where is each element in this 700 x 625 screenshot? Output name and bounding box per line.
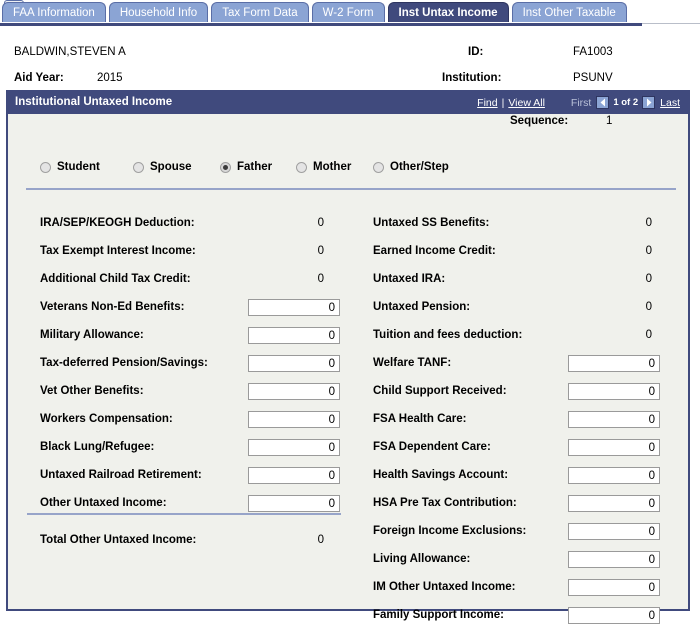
- radio-label: Spouse: [150, 161, 192, 173]
- next-arrow-icon[interactable]: [642, 96, 656, 109]
- find-link[interactable]: Find: [477, 97, 497, 109]
- living-allowance-label: Living Allowance:: [373, 553, 471, 565]
- field-row-living-allowance: Living Allowance:: [8, 551, 688, 569]
- total-divider: [27, 513, 341, 515]
- field-row-welfare-tanf: Welfare TANF:: [8, 355, 688, 373]
- field-row-fsa-health-care: FSA Health Care:: [8, 411, 688, 429]
- tab-strip: FAA Information Household Info Tax Form Da…: [0, 0, 700, 26]
- panel-header-bar: Institutional Untaxed Income Find | View…: [8, 92, 688, 114]
- untaxed-ss-benefits-label: Untaxed SS Benefits:: [373, 217, 490, 229]
- tab-tax-form-data[interactable]: Tax Form Data: [211, 2, 309, 22]
- panel-title: Institutional Untaxed Income: [15, 96, 173, 108]
- last-link[interactable]: Last: [660, 97, 680, 109]
- earned-income-credit-label: Earned Income Credit:: [373, 245, 496, 257]
- radio-indicator-icon: [296, 161, 307, 173]
- family-support-income-label: Family Support Income:: [373, 609, 504, 621]
- field-row-untaxed-pension: Untaxed Pension: 0: [8, 299, 688, 317]
- untaxed-ss-benefits-value: 0: [645, 217, 652, 229]
- tab-strip-underline: [0, 23, 700, 26]
- family-support-income-input[interactable]: [568, 607, 660, 624]
- foreign-income-exclusions-label: Foreign Income Exclusions:: [373, 525, 527, 537]
- fsa-health-care-input[interactable]: [568, 411, 660, 428]
- hsa-pre-tax-contribution-label: HSA Pre Tax Contribution:: [373, 497, 517, 509]
- health-savings-account-input[interactable]: [568, 467, 660, 484]
- field-row-untaxed-ss-benefits: Untaxed SS Benefits: 0: [8, 215, 688, 233]
- untaxed-ira-value: 0: [645, 273, 652, 285]
- hsa-pre-tax-contribution-input[interactable]: [568, 495, 660, 512]
- student-name: BALDWIN,STEVEN A: [14, 46, 126, 58]
- first-label: First: [570, 96, 592, 109]
- field-row-fsa-dependent-care: FSA Dependent Care:: [8, 439, 688, 457]
- tab-strip-underline-gap: [642, 23, 700, 26]
- previous-arrow-icon[interactable]: [596, 96, 610, 109]
- radio-indicator-icon: [220, 161, 231, 173]
- institutional-untaxed-income-panel: Institutional Untaxed Income Find | View…: [6, 90, 690, 624]
- foreign-income-exclusions-input[interactable]: [568, 523, 660, 540]
- im-other-untaxed-income-label: IM Other Untaxed Income:: [373, 581, 516, 593]
- institution-label: Institution:: [442, 72, 502, 84]
- radio-label: Other/Step: [390, 161, 449, 173]
- child-support-received-label: Child Support Received:: [373, 385, 507, 397]
- field-row-hsa-pre-tax-contribution: HSA Pre Tax Contribution:: [8, 495, 688, 513]
- tab-inst-other-taxable[interactable]: Inst Other Taxable: [511, 2, 627, 22]
- tab-w-2-form[interactable]: W-2 Form: [311, 2, 385, 22]
- panel-navigation: Find | View All First 1 of 2 Last: [477, 96, 680, 109]
- record-count: 1 of 2: [613, 97, 639, 108]
- nav-separator: |: [501, 96, 505, 109]
- institution-value: PSUNV: [573, 72, 613, 84]
- field-row-im-other-untaxed-income: IM Other Untaxed Income:: [8, 579, 688, 597]
- fsa-dependent-care-input[interactable]: [568, 439, 660, 456]
- untaxed-pension-value: 0: [645, 301, 652, 313]
- aid-year-label: Aid Year:: [14, 72, 64, 84]
- field-row-child-support-received: Child Support Received:: [8, 383, 688, 401]
- untaxed-ira-label: Untaxed IRA:: [373, 273, 446, 285]
- fsa-dependent-care-label: FSA Dependent Care:: [373, 441, 491, 453]
- radio-label: Student: [57, 161, 100, 173]
- radio-father[interactable]: Father: [220, 158, 272, 176]
- radio-label: Mother: [313, 161, 352, 173]
- top-divider: [26, 188, 676, 190]
- tuition-and-fees-deduction-value: 0: [645, 329, 652, 341]
- child-support-received-input[interactable]: [568, 383, 660, 400]
- view-all-link[interactable]: View All: [508, 97, 545, 109]
- untaxed-pension-label: Untaxed Pension:: [373, 301, 471, 313]
- total-other-untaxed-income-value: 0: [317, 534, 324, 546]
- tab-faa-information[interactable]: FAA Information: [2, 2, 106, 22]
- radio-mother[interactable]: Mother: [296, 158, 351, 176]
- field-row-earned-income-credit: Earned Income Credit: 0: [8, 243, 688, 261]
- parent-selector-radio-group: Student Spouse Father Mother Other/Step: [8, 158, 688, 178]
- radio-indicator-icon: [133, 161, 144, 173]
- panel-body: Student Spouse Father Mother Other/Step Sequ…: [8, 114, 688, 624]
- tab-inst-untax-income[interactable]: Inst Untax Income: [387, 2, 509, 22]
- living-allowance-input[interactable]: [568, 551, 660, 568]
- sequence-label: Sequence:: [510, 115, 569, 127]
- field-row-untaxed-ira: Untaxed IRA: 0: [8, 271, 688, 289]
- tab-household-info[interactable]: Household Info: [108, 2, 209, 22]
- field-row-family-support-income: Family Support Income:: [8, 607, 688, 625]
- health-savings-account-label: Health Savings Account:: [373, 469, 509, 481]
- aid-year-value: 2015: [97, 72, 123, 84]
- tab-list: FAA Information Household Info Tax Form Da…: [2, 2, 627, 22]
- person-header: BALDWIN,STEVEN A Aid Year: 2015 ID: FA10…: [0, 30, 700, 88]
- radio-other-step[interactable]: Other/Step: [373, 158, 449, 176]
- id-label: ID:: [468, 46, 484, 58]
- field-row-tuition-and-fees-deduction: Tuition and fees deduction: 0: [8, 327, 688, 345]
- field-row-health-savings-account: Health Savings Account:: [8, 467, 688, 485]
- tuition-and-fees-deduction-label: Tuition and fees deduction:: [373, 329, 523, 341]
- sequence-value: 1: [606, 115, 613, 127]
- im-other-untaxed-income-input[interactable]: [568, 579, 660, 596]
- radio-student[interactable]: Student: [40, 158, 100, 176]
- radio-indicator-icon: [373, 161, 384, 173]
- radio-label: Father: [237, 161, 273, 173]
- earned-income-credit-value: 0: [645, 245, 652, 257]
- fsa-health-care-label: FSA Health Care:: [373, 413, 467, 425]
- id-value: FA1003: [573, 46, 613, 58]
- radio-indicator-icon: [40, 161, 51, 173]
- radio-spouse[interactable]: Spouse: [133, 158, 192, 176]
- welfare-tanf-label: Welfare TANF:: [373, 357, 452, 369]
- welfare-tanf-input[interactable]: [568, 355, 660, 372]
- total-other-untaxed-income-label: Total Other Untaxed Income:: [40, 534, 197, 546]
